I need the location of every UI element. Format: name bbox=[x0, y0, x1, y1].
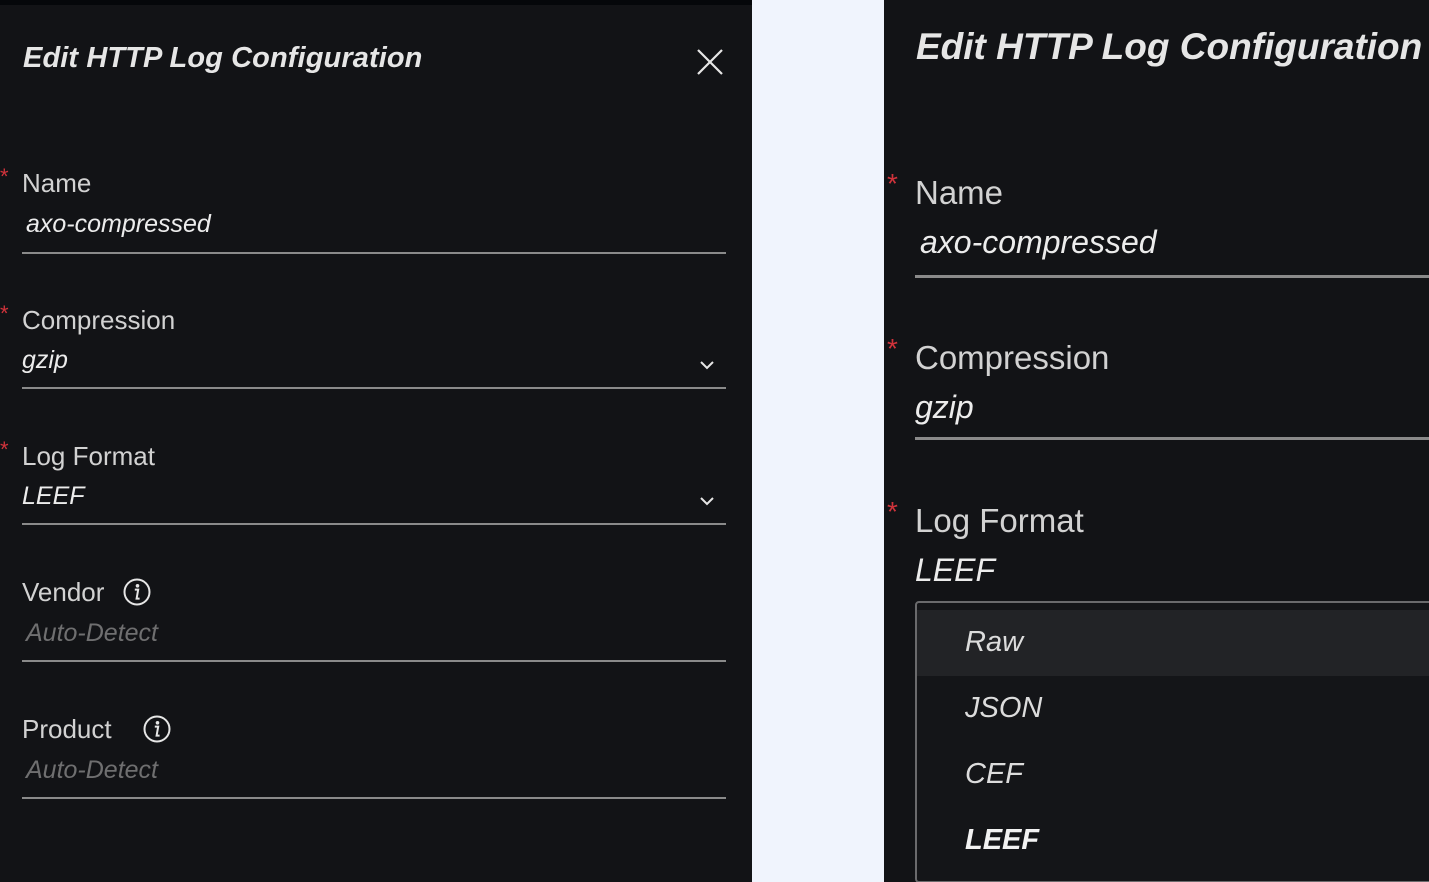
info-icon[interactable] bbox=[142, 714, 172, 744]
close-button[interactable] bbox=[694, 46, 726, 78]
compression-field: * Compression gzip bbox=[887, 333, 1429, 443]
log-format-select[interactable]: LEEF bbox=[22, 482, 85, 511]
compression-label: Compression bbox=[915, 339, 1110, 376]
chevron-down-icon[interactable] bbox=[698, 359, 716, 371]
edit-config-panel-left: Edit HTTP Log Configuration * Name axo-c… bbox=[0, 0, 752, 882]
product-underline bbox=[22, 797, 726, 799]
required-marker: * bbox=[887, 496, 898, 527]
dropdown-option-json[interactable]: JSON bbox=[917, 676, 1429, 742]
compression-label: Compression bbox=[22, 305, 176, 335]
required-marker: * bbox=[0, 164, 9, 189]
dropdown-option-raw[interactable]: Raw bbox=[917, 610, 1429, 676]
compression-select[interactable]: gzip bbox=[915, 389, 974, 426]
required-marker: * bbox=[0, 437, 9, 462]
name-underline bbox=[22, 252, 726, 254]
dropdown-option-cef[interactable]: CEF bbox=[917, 742, 1429, 808]
name-label: Name bbox=[22, 168, 92, 198]
compression-select[interactable]: gzip bbox=[22, 346, 68, 375]
log-format-field: * Log Format LEEF bbox=[0, 437, 726, 529]
compression-underline bbox=[22, 387, 726, 389]
name-label: Name bbox=[915, 174, 1004, 211]
log-format-underline bbox=[22, 523, 726, 525]
option-label: LEEF bbox=[965, 824, 1040, 856]
option-label: Raw bbox=[965, 626, 1024, 658]
close-icon bbox=[697, 49, 723, 75]
panel-title: Edit HTTP Log Configuration bbox=[23, 42, 423, 74]
dropdown-option-leef[interactable]: LEEF bbox=[917, 808, 1429, 874]
required-marker: * bbox=[887, 333, 898, 364]
required-marker: * bbox=[887, 168, 898, 199]
required-marker: * bbox=[0, 301, 9, 326]
info-icon[interactable] bbox=[122, 577, 152, 607]
compression-underline bbox=[915, 437, 1429, 440]
name-field: * Name axo-compressed bbox=[887, 168, 1429, 280]
product-input[interactable]: Auto-Detect bbox=[26, 756, 158, 785]
log-format-select[interactable]: LEEF bbox=[915, 552, 995, 589]
log-format-label: Log Format bbox=[22, 441, 155, 471]
screenshot-stage: Edit HTTP Log Configuration * Name axo-c… bbox=[0, 0, 1429, 882]
compression-field: * Compression gzip bbox=[0, 301, 726, 393]
product-field: Product Auto-Detect bbox=[22, 714, 726, 802]
vendor-underline bbox=[22, 660, 726, 662]
panel-title: Edit HTTP Log Configuration bbox=[916, 26, 1423, 67]
vendor-input[interactable]: Auto-Detect bbox=[26, 619, 158, 648]
vendor-label: Vendor bbox=[22, 577, 105, 607]
option-label: JSON bbox=[965, 692, 1043, 724]
chevron-down-icon[interactable] bbox=[698, 495, 716, 507]
name-input[interactable]: axo-compressed bbox=[26, 210, 211, 239]
product-label: Product bbox=[22, 714, 112, 744]
name-input[interactable]: axo-compressed bbox=[920, 224, 1157, 261]
log-format-label: Log Format bbox=[915, 502, 1084, 539]
name-field: * Name axo-compressed bbox=[0, 164, 726, 256]
log-format-dropdown-menu: Raw JSON CEF LEEF bbox=[915, 601, 1429, 882]
log-format-field: * Log Format LEEF bbox=[887, 496, 1429, 598]
option-label: CEF bbox=[965, 758, 1023, 790]
vendor-field: Vendor Auto-Detect bbox=[22, 577, 726, 665]
top-bar bbox=[0, 0, 752, 5]
name-underline bbox=[915, 275, 1429, 278]
edit-config-panel-right-zoomed: Edit HTTP Log Configuration * Name axo-c… bbox=[884, 0, 1429, 882]
